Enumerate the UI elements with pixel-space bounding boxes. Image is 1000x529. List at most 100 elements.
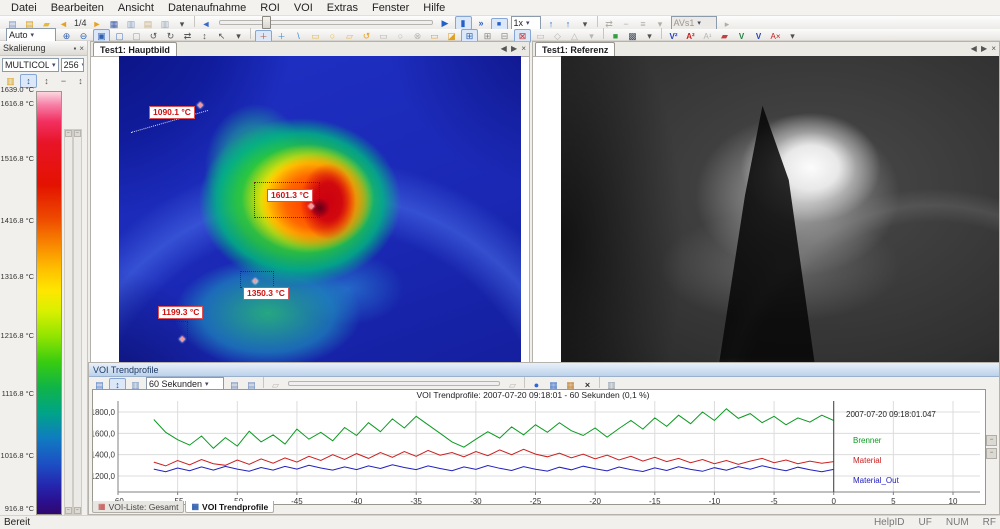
trend-panel: VOI Trendprofile ▤↕▥ 60 Sekunden▾ ▤▤▱ ▱●… <box>88 362 1000 515</box>
tab-voi-liste[interactable]: ▦VOI-Liste: Gesamt <box>92 501 184 513</box>
rect-gray-icon[interactable]: ▭ <box>376 30 391 42</box>
scale-span-icon[interactable]: ↕ <box>73 75 88 87</box>
marker-icon[interactable]: ▰ <box>717 30 732 42</box>
polygon-tool-icon[interactable]: ▱ <box>342 30 357 42</box>
sep-t2[interactable] <box>524 377 525 388</box>
grid2-icon[interactable]: ⊞ <box>480 30 495 42</box>
chevron-down-icon: ▾ <box>31 31 35 39</box>
overlay-dropdown-icon[interactable]: ▾ <box>642 30 657 42</box>
edit-roi-icon[interactable]: ▭ <box>427 30 442 42</box>
scale-min-stepper[interactable]: −− <box>73 129 82 515</box>
rotate-roi-icon[interactable]: ↺ <box>359 30 374 42</box>
menu-item[interactable]: Bearbeiten <box>44 2 111 14</box>
stepper-down-icon[interactable]: − <box>65 507 72 514</box>
trend-chart-box: -60-55-50-45-40-35-30-25-20-15-10-505101… <box>92 389 986 505</box>
status-indicator: HelpID <box>874 517 905 528</box>
zoom-mode-combo[interactable]: Auto▾ <box>6 28 56 42</box>
scroll-up-icon[interactable]: − <box>986 435 997 446</box>
scale-minus-icon[interactable]: − <box>56 75 71 87</box>
svg-text:1600,0: 1600,0 <box>93 429 116 438</box>
tab-voi-trendprofile[interactable]: ▦VOI Trendprofile <box>185 501 274 513</box>
menu-item[interactable]: VOI <box>287 2 320 14</box>
window-nav-buttons[interactable]: ◀ ▶ × <box>501 44 527 53</box>
trend-panel-title: VOI Trendprofile <box>93 365 159 375</box>
ellipse-gray-icon[interactable]: ○ <box>393 30 408 42</box>
temperature-label: 1090.1 °C <box>149 106 195 119</box>
close-icon[interactable]: × <box>79 44 84 53</box>
scale-tick-label: 1516.8 °C <box>0 154 34 163</box>
sep-2[interactable] <box>603 28 604 39</box>
overlay-icon[interactable]: ▩ <box>625 30 640 42</box>
voi-dropdown-icon[interactable]: ▾ <box>785 30 800 42</box>
roi-gray2-icon[interactable]: ◇ <box>550 30 565 42</box>
pin-icon[interactable]: ▪ <box>73 44 76 53</box>
ellipse-tool-icon[interactable]: ○ <box>325 30 340 42</box>
menu-item[interactable]: Extras <box>320 2 365 14</box>
stepper-down-icon[interactable]: − <box>74 507 81 514</box>
menu-item[interactable]: ROI <box>253 2 287 14</box>
window-nav-buttons[interactable]: ◀ ▶ × <box>971 44 997 53</box>
tab-referenz[interactable]: Test1: Referenz <box>535 42 615 56</box>
roi-gray1-icon[interactable]: ▭ <box>533 30 548 42</box>
levels-combo[interactable]: 256▾ <box>61 58 84 72</box>
scale-up-icon[interactable]: ↕ <box>39 75 54 87</box>
rect-tool-icon[interactable]: ▭ <box>308 30 323 42</box>
trend-tabs: ▦VOI-Liste: Gesamt ▦VOI Trendprofile <box>92 501 275 513</box>
isotherm-icon[interactable]: ■ <box>608 30 623 42</box>
svg-text:-5: -5 <box>771 497 779 504</box>
chevron-down-icon: ▾ <box>82 61 84 69</box>
flip-v-icon[interactable]: ↕ <box>197 30 212 42</box>
menu-item[interactable]: Fenster <box>365 2 416 14</box>
scroll-down-icon[interactable]: − <box>986 448 997 459</box>
scale-tick-label: 1216.8 °C <box>0 331 34 340</box>
stepper-up-icon[interactable]: − <box>74 130 81 137</box>
menu-item[interactable]: Datenaufnahme <box>161 2 253 14</box>
table-icon: ▦ <box>191 502 199 511</box>
trend-zoom-slider[interactable] <box>288 381 500 386</box>
menu-item[interactable]: Hilfe <box>416 2 452 14</box>
edit-roi2-icon[interactable]: ◪ <box>444 30 459 42</box>
svg-text:-15: -15 <box>649 497 661 504</box>
flip-h-icon[interactable]: ⇄ <box>180 30 195 42</box>
palette-combo[interactable]: MULTICOLOR▾ <box>2 58 59 72</box>
ref-window-tabbar: Test1: Referenz ◀ ▶ × <box>533 42 999 57</box>
line-tool-icon[interactable]: \ <box>291 30 306 42</box>
scale-tick-label: 1616.8 °C <box>0 99 34 108</box>
grid3-icon[interactable]: ⊟ <box>497 30 512 42</box>
cut-gray-icon[interactable]: ⊗ <box>410 30 425 42</box>
tab-hauptbild[interactable]: Test1: Hauptbild <box>93 42 177 56</box>
menu-item[interactable]: Datei <box>4 2 44 14</box>
timeline-slider[interactable] <box>219 20 433 25</box>
scale-max-stepper[interactable]: −− <box>64 129 73 515</box>
stepper-up-icon[interactable]: − <box>65 130 72 137</box>
reference-image[interactable] <box>561 56 999 366</box>
status-message: Bereit <box>4 517 30 528</box>
pane-icon[interactable]: ▢ <box>112 30 127 42</box>
scale-tick-label: 916.8 °C <box>0 504 34 513</box>
svg-text:5: 5 <box>891 497 896 504</box>
temperature-label: 1350.3 °C <box>243 287 289 300</box>
rotate-right-icon[interactable]: ↻ <box>163 30 178 42</box>
scale-tick-label: 1016.8 °C <box>0 451 34 460</box>
roi-gray3-icon[interactable]: △ <box>567 30 582 42</box>
thermal-image[interactable]: +1090.1 °C+1601.3 °C+1350.3 °C+1199.3 °C <box>119 56 521 366</box>
roi-dropdown-icon[interactable]: ▾ <box>584 30 599 42</box>
zoom-in-icon[interactable]: ⊕ <box>59 30 74 42</box>
pointer-icon[interactable]: ↖ <box>214 30 229 42</box>
svg-text:Material: Material <box>853 456 882 465</box>
svg-text:0: 0 <box>831 497 836 504</box>
pane2-icon[interactable]: ▢ <box>129 30 144 42</box>
zoom-out-icon[interactable]: ⊖ <box>76 30 91 42</box>
menu-item[interactable]: Ansicht <box>111 2 161 14</box>
rotate-left-icon[interactable]: ↺ <box>146 30 161 42</box>
chevron-down-icon: ▾ <box>52 61 56 69</box>
sep-1[interactable] <box>250 28 251 39</box>
chevron-down-icon: ▾ <box>205 380 209 388</box>
sep-t3[interactable] <box>599 377 600 388</box>
temperature-label: 1601.3 °C <box>267 189 313 202</box>
view-dropdown-icon[interactable]: ▾ <box>231 30 246 42</box>
measure-marker-icon: + <box>197 101 203 112</box>
sep-t1[interactable] <box>263 377 264 388</box>
svg-text:10: 10 <box>949 497 958 504</box>
sep-3[interactable] <box>661 28 662 39</box>
